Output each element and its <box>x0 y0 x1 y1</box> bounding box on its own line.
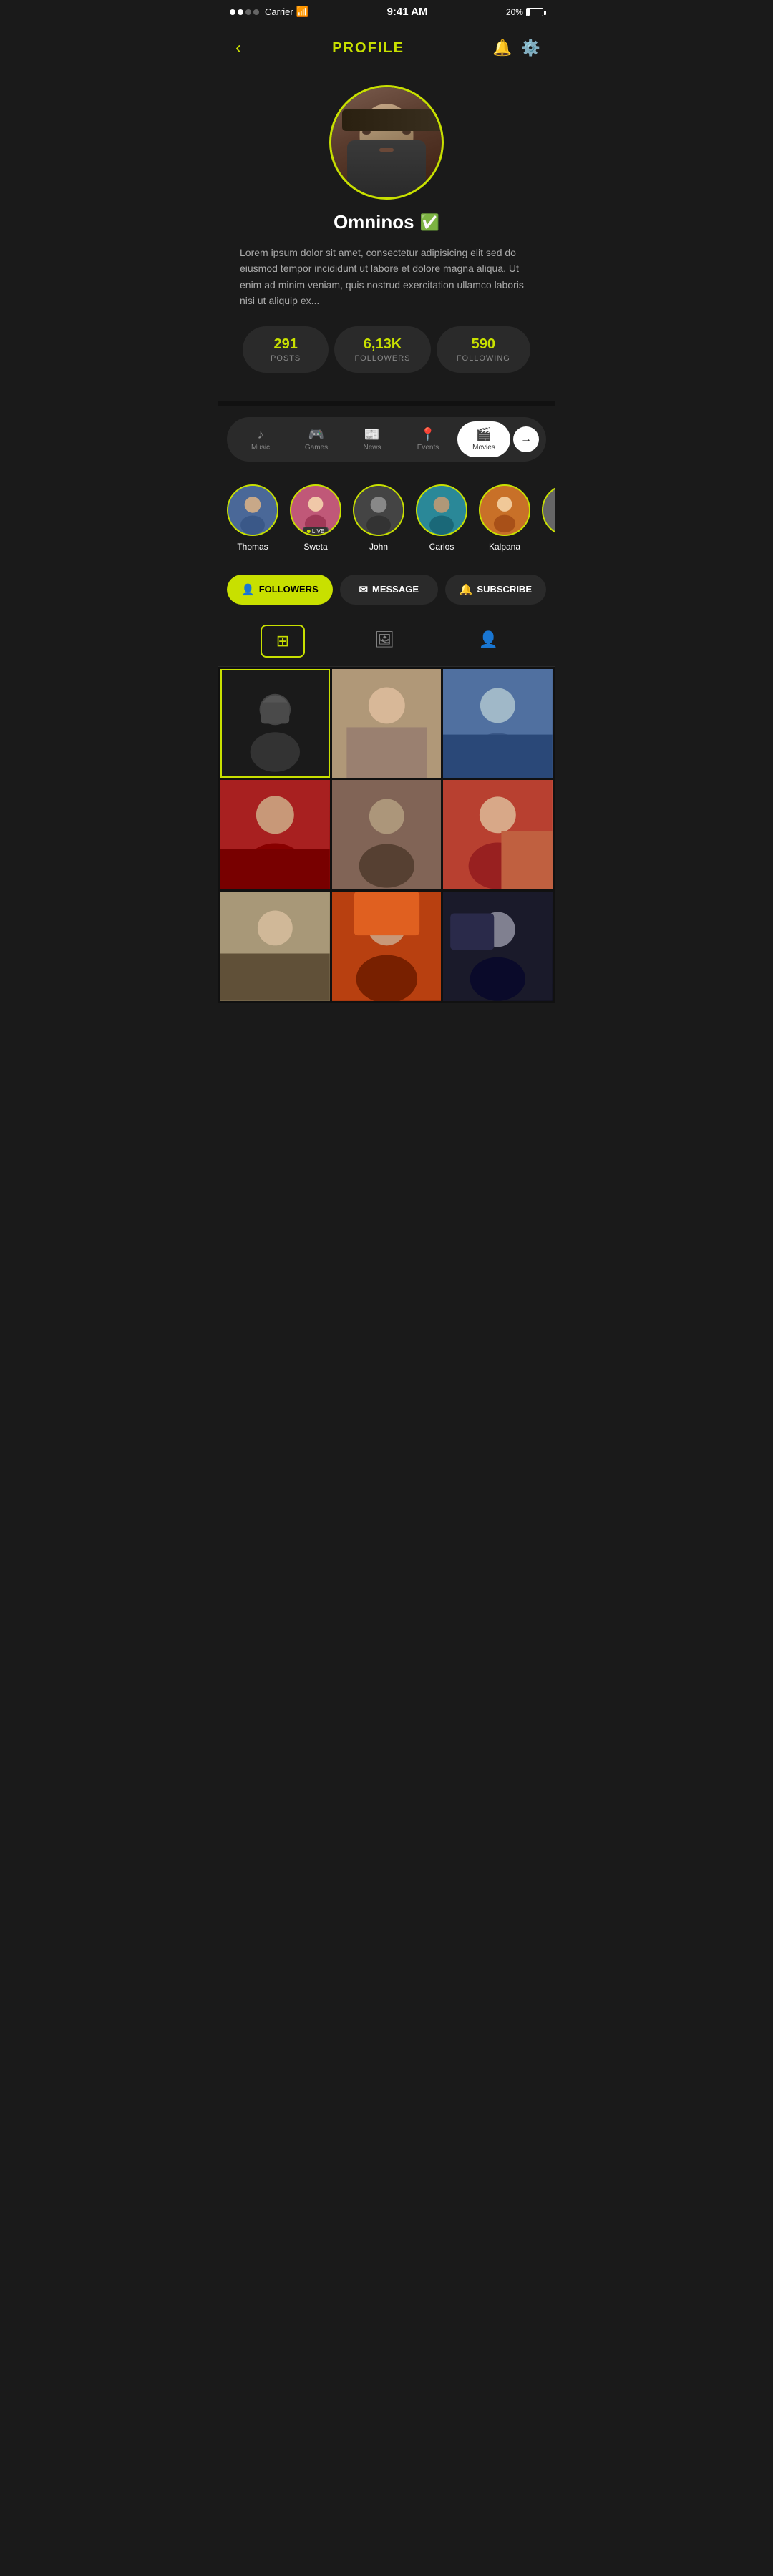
person-view-icon: 👤 <box>479 630 498 648</box>
bio-text: Lorem ipsum dolor sit amet, consectetur … <box>233 245 540 309</box>
photo-3[interactable] <box>443 669 553 779</box>
stat-posts: 291 POSTS <box>243 326 329 373</box>
signal-icon <box>230 9 259 15</box>
tab-movies[interactable]: 🎬 Movies <box>457 421 510 457</box>
story-thomas[interactable]: Thomas <box>227 484 278 552</box>
story-avatar-sw <box>542 484 555 536</box>
following-label: FOLLOWING <box>457 354 510 363</box>
photo-grid <box>218 667 555 1003</box>
story-name-carlos: Carlos <box>429 542 454 552</box>
message-button-label: MESSAGE <box>372 584 419 595</box>
arrow-icon: → <box>520 433 532 446</box>
wifi-icon: 📶 <box>296 6 308 18</box>
tab-games[interactable]: 🎮 Games <box>290 421 343 457</box>
photo-5[interactable] <box>332 780 442 889</box>
tabs-arrow-button[interactable]: → <box>513 426 539 452</box>
notification-icon[interactable]: 🔔 <box>492 39 512 57</box>
stories-row: Thomas LIVE Sweta <box>227 484 555 552</box>
user-name-row: Omninos ✅ <box>334 211 439 233</box>
photo-8[interactable] <box>332 892 442 1001</box>
settings-icon[interactable]: ⚙️ <box>521 39 540 57</box>
tabs-section: ♪ Music 🎮 Games 📰 News 📍 Events 🎬 Movies… <box>218 406 555 473</box>
subscribe-icon: 🔔 <box>460 583 473 596</box>
following-count: 590 <box>472 336 495 353</box>
page-title: PROFILE <box>332 40 404 57</box>
status-bar: Carrier 📶 9:41 AM 20% <box>218 0 555 24</box>
story-john[interactable]: John <box>353 484 404 552</box>
view-tab-grid[interactable]: ⊞ <box>261 625 305 658</box>
header: ‹ PROFILE 🔔 ⚙️ <box>218 24 555 78</box>
back-button[interactable]: ‹ <box>233 35 244 61</box>
events-icon: 📍 <box>420 427 436 442</box>
verified-badge: ✅ <box>420 213 439 232</box>
action-buttons: 👤 FOLLOWERS ✉ MESSAGE 🔔 SUBSCRIBE <box>218 563 555 616</box>
avatar <box>329 85 444 200</box>
tab-music-label: Music <box>251 444 270 452</box>
stats-row: 291 POSTS 6,13K FOLLOWERS 590 FOLLOWING <box>233 326 540 373</box>
tab-music[interactable]: ♪ Music <box>234 421 287 457</box>
followers-label: FOLLOWERS <box>354 354 410 363</box>
grid-view-icon: ⊞ <box>276 632 289 650</box>
photo-2[interactable] <box>332 669 442 779</box>
posts-count: 291 <box>273 336 297 353</box>
view-tab-image[interactable]: 🖼 <box>361 625 409 658</box>
live-badge: LIVE <box>303 527 329 536</box>
carrier-label: Carrier <box>265 6 293 17</box>
story-avatar-sweta: LIVE <box>290 484 341 536</box>
avatar-image <box>331 87 442 197</box>
followers-button-label: FOLLOWERS <box>259 584 319 595</box>
tab-games-label: Games <box>305 444 328 452</box>
stories-section: Thomas LIVE Sweta <box>218 473 555 563</box>
status-right: 20% <box>506 7 543 17</box>
story-name-kalpana: Kalpana <box>489 542 520 552</box>
photo-6[interactable] <box>443 780 553 889</box>
news-icon: 📰 <box>364 427 380 442</box>
posts-label: POSTS <box>271 354 301 363</box>
photo-7[interactable] <box>220 892 330 1001</box>
tab-events[interactable]: 📍 Events <box>402 421 454 457</box>
avatar-container <box>329 85 444 200</box>
image-view-icon: 🖼 <box>375 630 395 648</box>
subscribe-button-label: SUBSCRIBE <box>477 584 532 595</box>
story-name-john: John <box>369 542 388 552</box>
user-name: Omninos <box>334 211 414 233</box>
music-icon: ♪ <box>258 427 264 442</box>
status-time: 9:41 AM <box>387 6 428 18</box>
games-icon: 🎮 <box>308 427 324 442</box>
tab-news[interactable]: 📰 News <box>346 421 399 457</box>
view-tab-person[interactable]: 👤 <box>465 625 512 658</box>
followers-button[interactable]: 👤 FOLLOWERS <box>227 575 333 605</box>
movies-icon: 🎬 <box>476 427 492 442</box>
stat-following: 590 FOLLOWING <box>437 326 530 373</box>
story-kalpana[interactable]: Kalpana <box>479 484 530 552</box>
story-avatar-thomas <box>227 484 278 536</box>
battery-percent: 20% <box>506 7 523 17</box>
followers-icon: 👤 <box>241 583 255 596</box>
story-name-sweta: Sweta <box>303 542 327 552</box>
story-avatar-john <box>353 484 404 536</box>
profile-section: Omninos ✅ Lorem ipsum dolor sit amet, co… <box>218 78 555 401</box>
header-icons: 🔔 ⚙️ <box>492 39 540 57</box>
tab-movies-label: Movies <box>472 444 495 452</box>
view-tabs: ⊞ 🖼 👤 <box>218 616 555 667</box>
photo-4[interactable] <box>220 780 330 889</box>
story-avatar-carlos <box>416 484 467 536</box>
story-sweta[interactable]: LIVE Sweta <box>290 484 341 552</box>
message-icon: ✉ <box>359 583 368 596</box>
photo-9[interactable] <box>443 892 553 1001</box>
photo-1[interactable] <box>220 669 330 779</box>
story-name-thomas: Thomas <box>237 542 268 552</box>
subscribe-button[interactable]: 🔔 SUBSCRIBE <box>445 575 546 605</box>
followers-count: 6,13K <box>364 336 402 353</box>
stat-followers: 6,13K FOLLOWERS <box>334 326 430 373</box>
story-carlos[interactable]: Carlos <box>416 484 467 552</box>
story-sw[interactable]: Sw... <box>542 484 555 552</box>
story-avatar-kalpana <box>479 484 530 536</box>
battery-icon <box>526 8 543 16</box>
tab-news-label: News <box>363 444 381 452</box>
tabs-container: ♪ Music 🎮 Games 📰 News 📍 Events 🎬 Movies… <box>227 417 546 462</box>
status-left: Carrier 📶 <box>230 6 308 18</box>
tab-events-label: Events <box>417 444 439 452</box>
message-button[interactable]: ✉ MESSAGE <box>340 575 438 605</box>
